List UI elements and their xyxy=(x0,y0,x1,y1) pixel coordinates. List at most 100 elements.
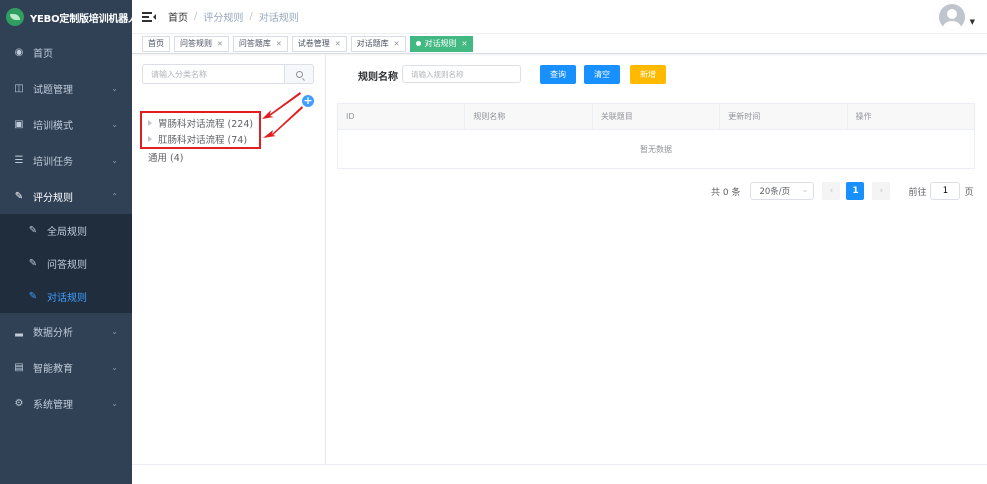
tag-home[interactable]: 首页 xyxy=(142,35,170,52)
sidebar-item-qa-rules[interactable]: ✎ 问答规则 xyxy=(0,247,132,280)
column-header-updated-at: 更新时间 xyxy=(720,104,848,129)
chevron-up-icon: ⌃ xyxy=(111,191,118,201)
sidebar-item-dialog-rules[interactable]: ✎ 对话规则 xyxy=(0,280,132,313)
category-search-button[interactable] xyxy=(284,64,314,84)
sidebar-item-smart-education[interactable]: ▤ 智能教育 ⌄ xyxy=(0,349,132,385)
breadcrumb-current: 对话规则 xyxy=(258,13,299,24)
edit-icon: ✎ xyxy=(28,291,38,302)
query-button[interactable]: 查询 xyxy=(540,65,576,84)
annotation-arrows-icon xyxy=(262,92,303,138)
column-header-related-questions: 关联题目 xyxy=(593,104,721,129)
rule-name-label: 规则名称 xyxy=(358,72,398,83)
close-icon[interactable]: ✕ xyxy=(276,40,282,48)
sidebar-item-training-mode[interactable]: ▣ 培训模式 ⌄ xyxy=(0,106,132,142)
scoring-rules-submenu: ✎ 全局规则 ✎ 问答规则 ✎ 对话规则 xyxy=(0,214,132,313)
search-icon xyxy=(295,70,303,78)
sidebar-item-label: 培训任务 xyxy=(33,156,73,168)
clear-button[interactable]: 清空 xyxy=(584,65,620,84)
goto-page-input[interactable] xyxy=(930,182,961,200)
sidebar-item-label: 培训模式 xyxy=(33,120,73,132)
pagination-total: 共 0 条 xyxy=(711,187,741,198)
tag-label: 对话题库 xyxy=(356,39,389,48)
edit-icon: ✎ xyxy=(28,225,38,236)
app-title: YEBO定制版培训机器人 xyxy=(30,13,138,25)
dashboard-icon: ◉ xyxy=(14,46,24,58)
chevron-down-icon: ⌄ xyxy=(801,185,809,194)
tree-node-label: 通用 (4) xyxy=(148,153,184,164)
tag-dialog-bank[interactable]: 对话题库 ✕ xyxy=(350,35,406,52)
edit-icon: ✎ xyxy=(28,258,38,269)
sidebar: YEBO定制版培训机器人 ◉ 首页 ◫ 试题管理 ⌄ ▣ 培训模式 ⌄ ☰ 培训… xyxy=(0,0,138,484)
sidebar-item-training-tasks[interactable]: ☰ 培训任务 ⌄ xyxy=(0,142,132,178)
sidebar-item-label: 问答规则 xyxy=(47,260,87,271)
sidebar-item-data-analysis[interactable]: ▂ 数据分析 ⌄ xyxy=(0,313,132,349)
sidebar-item-question-management[interactable]: ◫ 试题管理 ⌄ xyxy=(0,70,132,106)
close-icon[interactable]: ✕ xyxy=(462,40,468,48)
pagination: 共 0 条 20条/页 ⌄ ‹ 1 › 前往 页 xyxy=(711,182,973,200)
sidebar-item-label: 试题管理 xyxy=(33,84,73,96)
sidebar-item-label: 评分规则 xyxy=(33,192,73,204)
sidebar-item-home[interactable]: ◉ 首页 xyxy=(0,34,132,70)
chevron-down-icon: ⌄ xyxy=(111,119,118,129)
rule-name-input[interactable] xyxy=(402,65,521,83)
column-header-id: ID xyxy=(338,104,466,129)
bar-chart-icon: ▂ xyxy=(15,325,23,337)
menu-toggle-icon[interactable] xyxy=(142,11,156,22)
tag-label: 首页 xyxy=(148,39,164,48)
tag-qa-rules[interactable]: 问答规则 ✕ xyxy=(174,35,229,52)
tags-view: 首页 问答规则 ✕ 问答题库 ✕ 试卷管理 ✕ 对话题库 ✕ 对话规则 ✕ xyxy=(132,34,987,54)
app-logo[interactable]: YEBO定制版培训机器人 xyxy=(0,0,138,34)
caret-down-icon[interactable]: ▼ xyxy=(970,18,975,26)
tag-qa-bank[interactable]: 问答题库 ✕ xyxy=(232,35,288,52)
sidebar-item-global-rules[interactable]: ✎ 全局规则 xyxy=(0,214,132,247)
main-content: 规则名称 查询 清空 新增 ID 规则名称 关联题目 更新时间 操作 暂无数据 … xyxy=(327,55,987,464)
prev-page-button[interactable]: ‹ xyxy=(822,182,841,200)
add-rule-button[interactable]: 新增 xyxy=(630,65,666,84)
screen-icon: ▤ xyxy=(14,361,24,373)
sidebar-item-scoring-rules[interactable]: ✎ 评分规则 ⌃ xyxy=(0,178,132,214)
gear-icon: ⚙ xyxy=(14,397,24,409)
breadcrumb: 首页 / 评分规则 / 对话规则 xyxy=(168,9,299,24)
tag-label: 试卷管理 xyxy=(297,39,330,48)
sidebar-item-system-management[interactable]: ⚙ 系统管理 ⌄ xyxy=(0,385,132,421)
category-search-input[interactable] xyxy=(142,64,284,84)
sidebar-item-label: 系统管理 xyxy=(33,399,73,411)
close-icon[interactable]: ✕ xyxy=(335,40,341,48)
tree-node-general[interactable]: 通用 (4) xyxy=(148,149,253,165)
list-icon: ☰ xyxy=(14,154,24,166)
document-icon: ◫ xyxy=(14,82,24,94)
top-header: 首页 / 评分规则 / 对话规则 ▼ xyxy=(132,0,987,34)
close-icon[interactable]: ✕ xyxy=(394,40,400,48)
page-number-current[interactable]: 1 xyxy=(846,182,865,200)
active-dot-icon xyxy=(415,41,421,46)
next-page-button[interactable]: › xyxy=(872,182,891,200)
breadcrumb-separator: / xyxy=(249,11,253,22)
chevron-down-icon: ⌄ xyxy=(111,362,118,372)
monitor-icon: ▣ xyxy=(14,118,24,130)
sidebar-item-label: 首页 xyxy=(33,48,53,60)
user-avatar-icon[interactable] xyxy=(939,4,965,30)
category-search xyxy=(142,64,314,84)
tag-label: 问答题库 xyxy=(238,39,271,48)
chevron-down-icon: ⌄ xyxy=(111,398,118,408)
page-size-value: 20条/页 xyxy=(759,187,791,197)
tag-label: 问答规则 xyxy=(180,39,212,48)
sidebar-item-label: 全局规则 xyxy=(47,227,87,238)
sidebar-item-label: 对话规则 xyxy=(47,293,87,304)
close-icon[interactable]: ✕ xyxy=(217,40,223,48)
column-header-rule-name: 规则名称 xyxy=(465,104,593,129)
page-size-select[interactable]: 20条/页 ⌄ xyxy=(750,182,815,200)
table-header: ID 规则名称 关联题目 更新时间 操作 xyxy=(338,104,974,130)
rules-table: ID 规则名称 关联题目 更新时间 操作 暂无数据 xyxy=(337,103,975,169)
leaf-logo-icon xyxy=(6,8,24,26)
tag-exam-management[interactable]: 试卷管理 ✕ xyxy=(291,35,347,52)
sidebar-item-label: 智能教育 xyxy=(33,363,73,375)
tag-dialog-rules[interactable]: 对话规则 ✕ xyxy=(409,35,474,52)
table-empty-text: 暂无数据 xyxy=(640,144,672,154)
breadcrumb-scoring-rules: 评分规则 xyxy=(203,13,244,24)
breadcrumb-home[interactable]: 首页 xyxy=(168,9,188,24)
sidebar-item-label: 数据分析 xyxy=(33,327,73,339)
breadcrumb-separator: / xyxy=(194,11,198,22)
chevron-down-icon: ⌄ xyxy=(111,155,118,165)
tag-label: 对话规则 xyxy=(424,39,457,48)
